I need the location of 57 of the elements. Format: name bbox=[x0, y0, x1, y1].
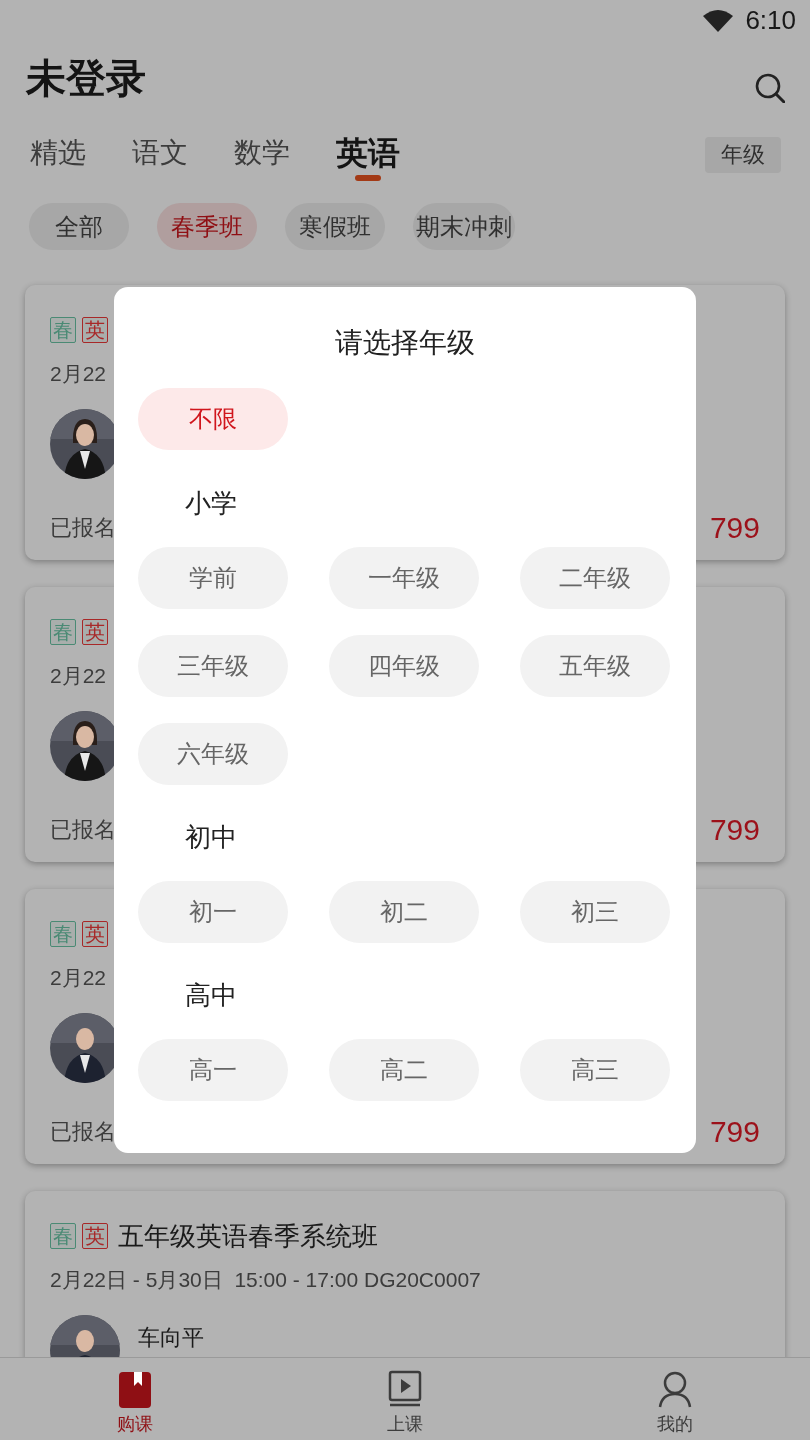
grade-option[interactable]: 一年级 bbox=[329, 547, 479, 609]
course-schedule: 2月22 bbox=[50, 965, 107, 991]
person-icon bbox=[656, 1370, 694, 1410]
grade-button[interactable]: 年级 bbox=[705, 137, 781, 173]
enrolled-count: 已报名 bbox=[50, 1118, 116, 1146]
dialog-title: 请选择年级 bbox=[334, 326, 476, 360]
grade-option[interactable]: 三年级 bbox=[138, 635, 288, 697]
course-price: 799 bbox=[709, 1115, 760, 1149]
course-tag: 英 bbox=[82, 619, 108, 645]
course-tag: 春 bbox=[50, 317, 76, 343]
subject-tab[interactable]: 语文 bbox=[132, 133, 188, 181]
course-card[interactable]: 春 英 五年级英语春季系统班 2月22日 - 5月30日 15:00 - 17:00 DG20C0007 车向平 bbox=[25, 1191, 785, 1357]
section-heading: 小学 bbox=[185, 487, 238, 520]
grade-option[interactable]: 不限 bbox=[138, 388, 288, 450]
course-title: 五年级英语春季系统班 bbox=[118, 1219, 378, 1253]
filter-chip[interactable]: 期末冲刺 bbox=[413, 203, 515, 250]
grade-option[interactable]: 高二 bbox=[329, 1039, 479, 1101]
course-tag: 春 bbox=[50, 1223, 76, 1249]
grade-option[interactable]: 初三 bbox=[520, 881, 670, 943]
course-tag: 春 bbox=[50, 921, 76, 947]
filter-chip[interactable]: 全部 bbox=[29, 203, 129, 250]
grade-option[interactable]: 二年级 bbox=[520, 547, 670, 609]
course-schedule: 2月22 bbox=[50, 361, 107, 387]
enrolled-count: 已报名 bbox=[50, 514, 116, 542]
section-heading: 初中 bbox=[185, 821, 238, 854]
filter-chip[interactable]: 寒假班 bbox=[285, 203, 385, 250]
subject-tab[interactable]: 数学 bbox=[234, 133, 290, 181]
section-heading: 高中 bbox=[185, 979, 238, 1012]
course-schedule: 2月22日 - 5月30日 15:00 - 17:00 DG20C0007 bbox=[50, 1267, 481, 1293]
wifi-icon bbox=[703, 8, 734, 32]
search-icon[interactable] bbox=[755, 73, 785, 103]
course-price: 799 bbox=[709, 511, 760, 545]
clock-time: 6:10 bbox=[745, 4, 796, 36]
nav-tab[interactable]: 我的 bbox=[540, 1358, 810, 1440]
grade-option[interactable]: 学前 bbox=[138, 547, 288, 609]
course-tag: 英 bbox=[82, 317, 108, 343]
grade-option[interactable]: 初一 bbox=[138, 881, 288, 943]
grade-option[interactable]: 高三 bbox=[520, 1039, 670, 1101]
grade-option[interactable]: 高一 bbox=[138, 1039, 288, 1101]
subject-tab[interactable]: 精选 bbox=[30, 133, 86, 181]
nav-tab[interactable]: 上课 bbox=[270, 1358, 540, 1440]
nav-tab[interactable]: 购课 bbox=[0, 1358, 270, 1440]
grade-option[interactable]: 初二 bbox=[329, 881, 479, 943]
course-schedule: 2月22 bbox=[50, 663, 107, 689]
filter-chip[interactable]: 春季班 bbox=[157, 203, 257, 250]
course-tag: 春 bbox=[50, 619, 76, 645]
course-price: 799 bbox=[709, 813, 760, 847]
enrolled-count: 已报名 bbox=[50, 816, 116, 844]
teacher-name: 车向平 bbox=[138, 1324, 204, 1352]
page-title: 未登录 bbox=[26, 54, 146, 102]
bookmark-book-icon bbox=[116, 1370, 154, 1410]
grade-option[interactable]: 六年级 bbox=[138, 723, 288, 785]
course-tag: 英 bbox=[82, 921, 108, 947]
course-tag: 英 bbox=[82, 1223, 108, 1249]
grade-option[interactable]: 五年级 bbox=[520, 635, 670, 697]
subject-tab[interactable]: 英语 bbox=[336, 133, 400, 181]
grade-option[interactable]: 四年级 bbox=[329, 635, 479, 697]
